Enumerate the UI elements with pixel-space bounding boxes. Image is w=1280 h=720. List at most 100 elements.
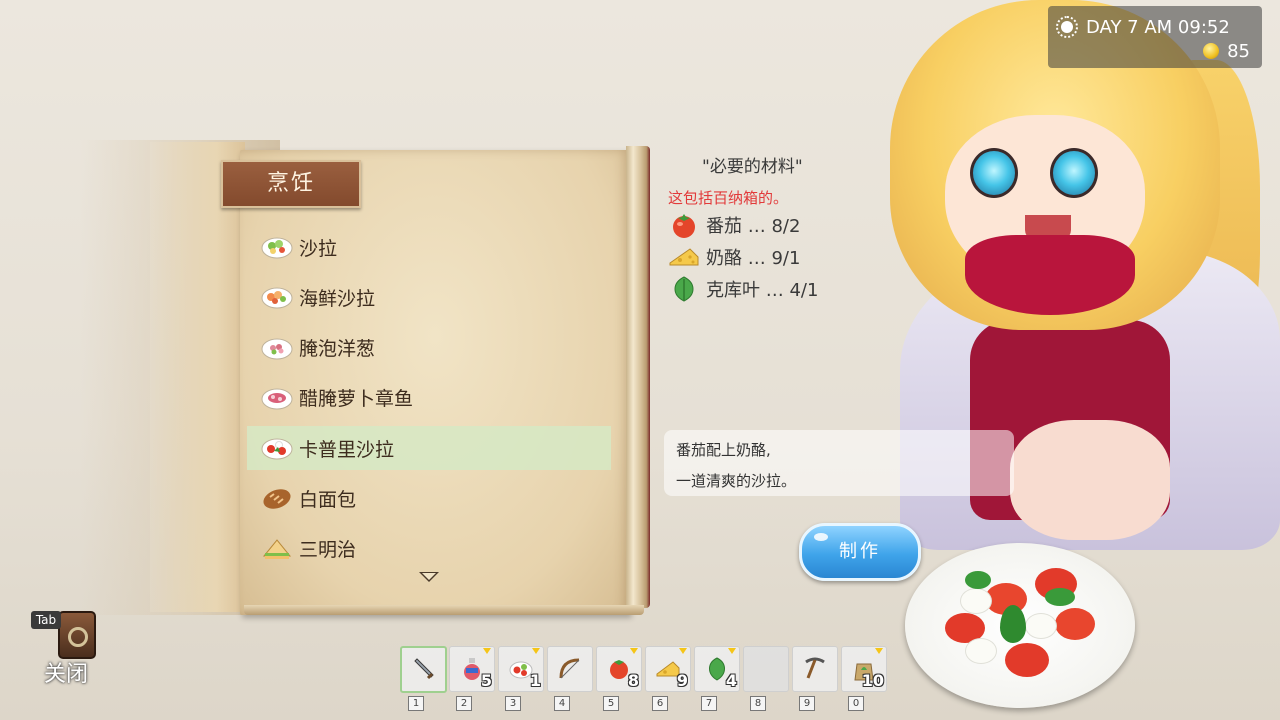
recipe-label: 醋腌萝卜章鱼 bbox=[299, 388, 414, 411]
close-label: 关闭 bbox=[44, 662, 89, 687]
cheese-icon bbox=[668, 243, 700, 271]
item-count: 9 bbox=[676, 671, 688, 690]
favorite-marker bbox=[875, 648, 883, 654]
recipe-label: 白面包 bbox=[299, 488, 357, 511]
recipe-item-caprese-salad[interactable]: 卡普里沙拉 bbox=[247, 426, 611, 471]
make-button[interactable]: 制作 bbox=[799, 523, 921, 581]
gold-amount: 85 bbox=[1227, 40, 1250, 62]
tomato-icon bbox=[668, 211, 700, 239]
hotbar-key-7: 7 bbox=[701, 696, 717, 711]
material-label: 克库叶 … 4/1 bbox=[706, 280, 819, 301]
day-time-text: DAY 7 AM 09:52 bbox=[1086, 16, 1230, 38]
hotbar-key-6: 6 bbox=[652, 696, 668, 711]
hotbar-slot-10[interactable]: 10 bbox=[841, 646, 887, 692]
dish-basil-leaf bbox=[1000, 605, 1026, 643]
hotbar-key-1: 1 bbox=[408, 696, 424, 711]
dish-mozzarella bbox=[1025, 613, 1057, 639]
recipe-label: 沙拉 bbox=[299, 237, 338, 260]
materials-note: 这包括百纳箱的。 bbox=[668, 189, 789, 207]
scroll-down-arrow-icon[interactable] bbox=[419, 572, 439, 582]
material-row-tomato: 番茄 … 8/2 bbox=[668, 210, 800, 240]
recipe-label: 海鲜沙拉 bbox=[299, 287, 376, 310]
item-count: 10 bbox=[861, 671, 884, 690]
sword-icon bbox=[414, 658, 434, 680]
hotbar-slot-6[interactable]: 9 bbox=[645, 646, 691, 692]
character-scarf bbox=[965, 235, 1135, 315]
favorite-marker bbox=[679, 648, 687, 654]
item-count: 1 bbox=[529, 671, 541, 690]
recipe-label: 三明治 bbox=[299, 539, 357, 562]
leaf-icon bbox=[668, 275, 700, 303]
recipe-item-pickled-onion[interactable]: 腌泡洋葱 bbox=[247, 326, 611, 370]
favorite-marker bbox=[728, 648, 736, 654]
hotbar-key-4: 4 bbox=[554, 696, 570, 711]
hotbar-key-3: 3 bbox=[505, 696, 521, 711]
salad-icon bbox=[261, 234, 293, 260]
recipe-item-sandwich[interactable]: 三明治 bbox=[247, 527, 611, 571]
hotbar-key-8: 8 bbox=[750, 696, 766, 711]
button-shine bbox=[814, 533, 828, 541]
dish-basil-leaf bbox=[965, 571, 991, 589]
bow-icon bbox=[559, 658, 580, 679]
sandwich-icon bbox=[261, 536, 293, 562]
hotbar-slot-5[interactable]: 8 bbox=[596, 646, 642, 692]
recipe-list: 沙拉 海鲜沙拉 腌泡洋葱 醋腌萝卜章鱼 卡普里沙拉 白面包 三明治 bbox=[247, 225, 611, 577]
favorite-marker bbox=[483, 648, 491, 654]
seafood-salad-icon bbox=[261, 284, 293, 310]
character-eye-left bbox=[970, 148, 1018, 198]
item-count: 5 bbox=[480, 671, 492, 690]
bread-icon bbox=[261, 485, 293, 511]
description-line-1: 番茄配上奶酪, bbox=[676, 441, 771, 459]
hotbar-slot-4[interactable] bbox=[547, 646, 593, 692]
hotbar-slot-3[interactable]: 1 bbox=[498, 646, 544, 692]
hotbar-slot-2[interactable]: 5 bbox=[449, 646, 495, 692]
hotbar-key-2: 2 bbox=[456, 696, 472, 711]
chest-icon bbox=[58, 611, 96, 659]
dish-basil-leaf bbox=[1045, 588, 1075, 606]
book-left-page bbox=[150, 142, 245, 612]
materials-title: "必要的材料" bbox=[702, 157, 803, 177]
item-count: 4 bbox=[725, 671, 737, 690]
favorite-marker bbox=[630, 648, 638, 654]
gold-display: 85 bbox=[1190, 39, 1250, 63]
sun-icon bbox=[1056, 16, 1078, 38]
item-count: 8 bbox=[627, 671, 639, 690]
material-label: 奶酪 … 9/1 bbox=[706, 248, 801, 269]
make-button-label: 制作 bbox=[839, 541, 881, 562]
pickaxe-icon bbox=[805, 657, 825, 679]
favorite-marker bbox=[532, 648, 540, 654]
hotbar-slot-7[interactable]: 4 bbox=[694, 646, 740, 692]
hotbar-slot-1[interactable] bbox=[400, 646, 447, 693]
material-row-cheese: 奶酪 … 9/1 bbox=[668, 242, 800, 272]
hotbar-key-5: 5 bbox=[603, 696, 619, 711]
recipe-item-seafood-salad[interactable]: 海鲜沙拉 bbox=[247, 275, 611, 319]
hotbar-slot-9[interactable] bbox=[792, 646, 838, 692]
hotbar-key-0: 0 bbox=[848, 696, 864, 711]
description-line-2: 一道清爽的沙拉。 bbox=[676, 472, 797, 490]
hotbar-slot-8[interactable] bbox=[743, 646, 789, 692]
pickled-radish-octopus-icon bbox=[261, 385, 293, 411]
day-time-display: DAY 7 AM 09:52 bbox=[1056, 14, 1256, 40]
dish-tomato-slice bbox=[1055, 608, 1095, 640]
hotbar-key-9: 9 bbox=[799, 696, 815, 711]
book-title: 烹饪 bbox=[221, 160, 361, 208]
recipe-label: 腌泡洋葱 bbox=[299, 338, 376, 361]
character-eye-right bbox=[1050, 148, 1098, 198]
caprese-salad-icon bbox=[261, 435, 293, 461]
recipe-item-salad[interactable]: 沙拉 bbox=[247, 225, 611, 269]
material-row-leaf: 克库叶 … 4/1 bbox=[668, 274, 818, 304]
dish-mozzarella bbox=[965, 638, 997, 664]
pickled-onion-icon bbox=[261, 335, 293, 361]
book-spine bbox=[626, 146, 650, 608]
book-bottom-edge bbox=[244, 605, 644, 615]
dish-mozzarella bbox=[960, 588, 992, 614]
cooking-screen: 烹饪 沙拉 海鲜沙拉 腌泡洋葱 醋腌萝卜章鱼 卡普里沙拉 白面包 三明治 "必要… bbox=[0, 0, 1280, 720]
recipe-label: 卡普里沙拉 bbox=[299, 438, 395, 461]
caprese-salad-dish-image bbox=[905, 543, 1135, 708]
recipe-item-bread[interactable]: 白面包 bbox=[247, 476, 611, 520]
character-hands bbox=[1010, 420, 1170, 540]
coin-icon bbox=[1203, 43, 1220, 59]
dish-tomato-slice bbox=[1005, 643, 1049, 677]
material-label: 番茄 … 8/2 bbox=[706, 216, 801, 237]
recipe-item-pickled-radish-octopus[interactable]: 醋腌萝卜章鱼 bbox=[247, 376, 611, 420]
